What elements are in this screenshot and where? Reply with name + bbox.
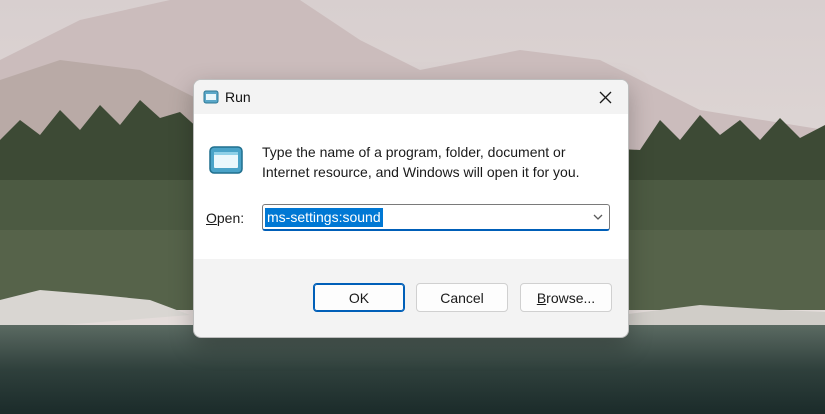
- browse-access-key: B: [536, 289, 547, 306]
- ok-button[interactable]: OK: [313, 283, 405, 312]
- cancel-button[interactable]: Cancel: [416, 283, 508, 312]
- open-label-text: pen:: [216, 210, 245, 226]
- desktop: Run Type the name of a program, folder, …: [0, 0, 825, 414]
- command-combobox[interactable]: ms-settings:sound: [262, 204, 610, 231]
- open-label: Open:: [206, 210, 244, 226]
- command-input[interactable]: ms-settings:sound: [265, 208, 383, 227]
- dialog-description: Type the name of a program, folder, docu…: [262, 144, 580, 180]
- run-app-icon: [209, 146, 243, 174]
- browse-button[interactable]: Browse...: [520, 283, 612, 312]
- close-icon: [599, 91, 611, 103]
- run-app-icon: [203, 90, 219, 104]
- browse-label-text: rowse...: [546, 289, 596, 306]
- run-dialog: Run Type the name of a program, folder, …: [193, 79, 629, 338]
- chevron-down-icon[interactable]: [591, 210, 605, 224]
- title-bar[interactable]: Run: [194, 80, 628, 114]
- dialog-title: Run: [225, 89, 251, 105]
- dialog-content: Type the name of a program, folder, docu…: [194, 114, 628, 259]
- open-label-access-key: O: [206, 210, 217, 226]
- close-button[interactable]: [582, 80, 628, 114]
